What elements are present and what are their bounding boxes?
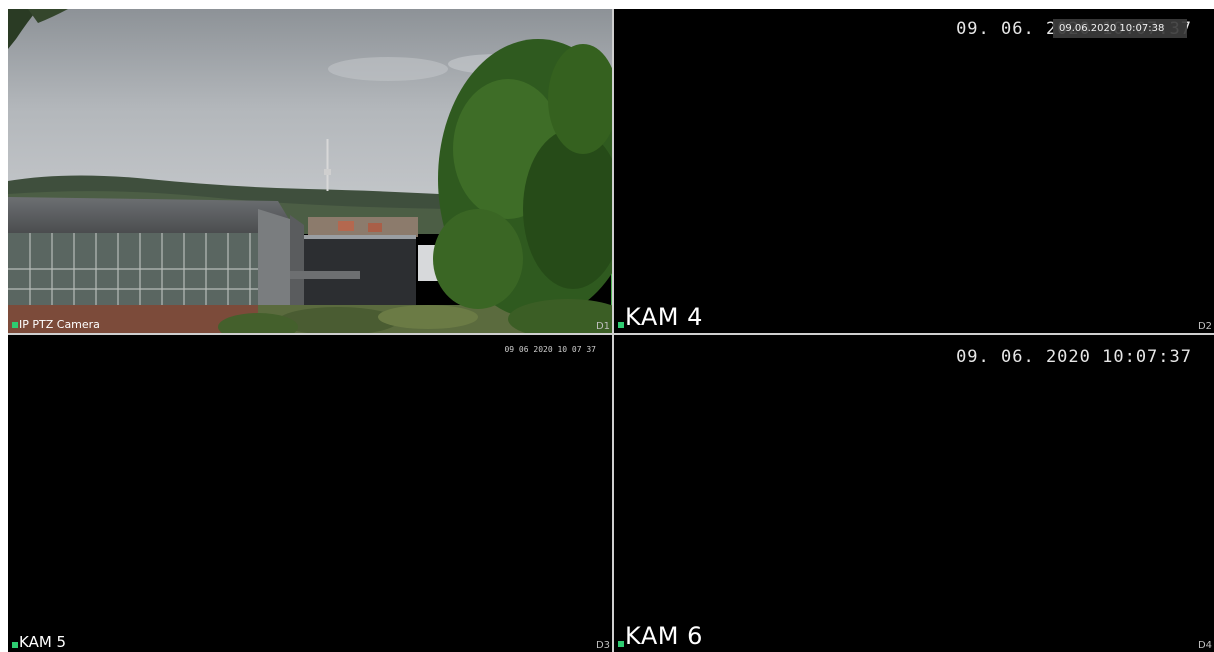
channel-id-label: D4 [1197,640,1212,651]
camera-name-text: KAM 5 [19,633,67,651]
recording-indicator-icon [618,322,624,328]
channel-id-label: D1 [595,321,610,332]
osd-timestamp: 09 06 2020 10 07 37 [504,345,596,354]
channel-id-label: D3 [595,640,610,651]
camera-tile-d1[interactable]: IP PTZ Camera D1 [8,9,612,333]
camera-name-text: KAM 4 [625,303,703,331]
camera-feed-image [8,9,612,333]
camera-name-label: KAM 6 [618,622,703,650]
camera-tile-d3[interactable]: 09 06 2020 10 07 37 KAM 5 D3 [8,335,612,652]
camera-name-text: KAM 6 [625,622,703,650]
camera-tile-d4[interactable]: 09. 06. 2020 10:07:37 KAM 6 D4 [614,335,1214,652]
system-clock: 09.06.2020 10:07:38 [1053,19,1187,38]
recording-indicator-icon [618,641,624,647]
camera-name-label: KAM 5 [12,633,66,651]
osd-timestamp: 09. 06. 2020 10:07:37 [956,347,1192,367]
camera-name-text: IP PTZ Camera [19,318,100,331]
camera-grid-viewer: IP PTZ Camera D1 09. 06. 2020 10:07:37 K… [8,9,1214,652]
camera-name-label: KAM 4 [618,303,703,331]
camera-name-label: IP PTZ Camera [12,318,100,331]
grid-divider-horizontal [8,333,1214,335]
camera-tile-d2[interactable]: 09. 06. 2020 10:07:37 KAM 4 D2 [614,9,1214,333]
recording-indicator-icon [12,642,18,648]
channel-id-label: D2 [1197,321,1212,332]
grid-divider-vertical [612,9,614,652]
recording-indicator-icon [12,322,18,328]
